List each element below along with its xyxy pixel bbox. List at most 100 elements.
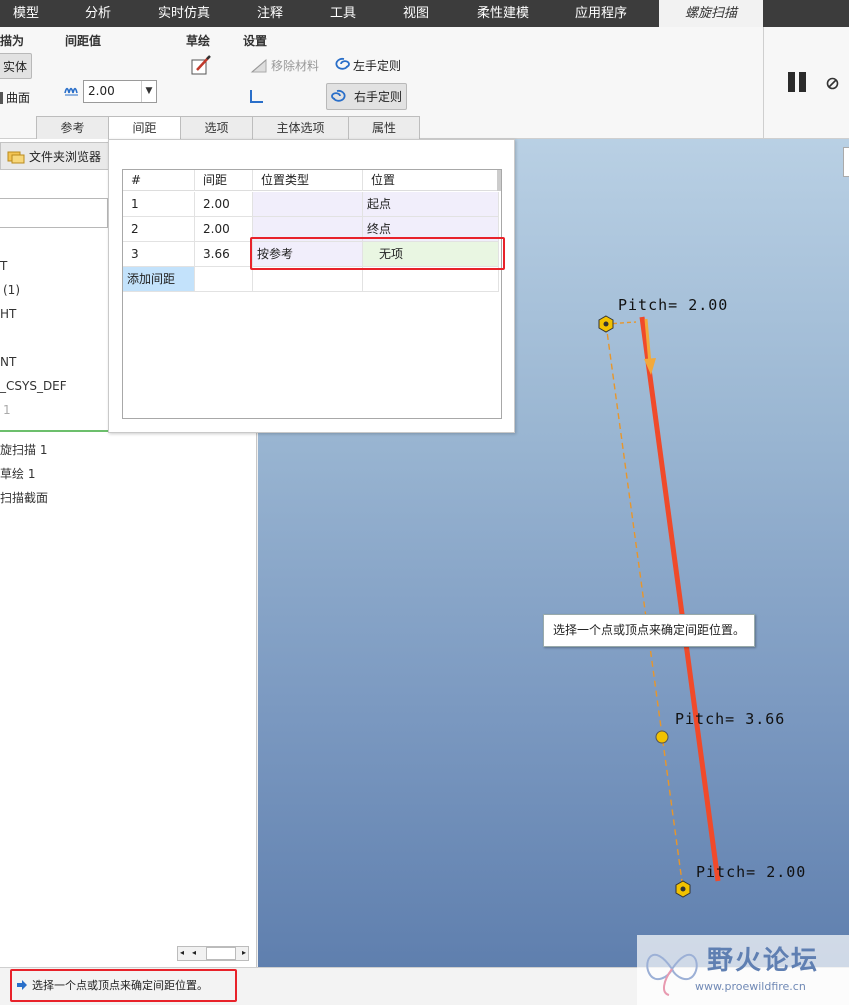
folder-icon	[7, 151, 25, 164]
row-pitch[interactable]: 2.00	[195, 192, 253, 217]
subtab-pitch[interactable]: 间距	[108, 116, 181, 139]
row-location	[363, 267, 499, 292]
pause-icon	[788, 72, 795, 92]
ribbon-separator	[763, 27, 764, 139]
tree-item[interactable]: HT	[0, 307, 16, 321]
cancel-icon[interactable]	[826, 77, 839, 90]
pitch-spring-icon	[64, 87, 78, 96]
solid-button[interactable]: 实体	[0, 53, 33, 79]
highlight-box	[10, 969, 237, 1002]
tree-item[interactable]: T	[0, 259, 7, 273]
tab-view[interactable]: 视图	[389, 0, 443, 27]
pause-button[interactable]	[786, 72, 808, 92]
pitch-group-label: 间距值	[65, 34, 102, 48]
scroll-left-icon[interactable]: ◂	[180, 948, 184, 957]
sketch-group-label: 草绘	[186, 34, 211, 48]
row-pitch[interactable]: 3.66	[195, 242, 253, 267]
row-location-type[interactable]	[253, 192, 363, 217]
watermark-url: www.proewildfire.cn	[695, 980, 806, 993]
pause-icon-bar	[799, 72, 806, 92]
remove-material-label: 移除材料	[271, 59, 320, 73]
surface-button[interactable]: 曲面	[0, 89, 30, 106]
row-pitch[interactable]: 2.00	[195, 217, 253, 242]
folder-browser-label: 文件夹浏览器	[29, 149, 102, 164]
row-pitch	[195, 267, 253, 292]
header-location-type: 位置类型	[253, 170, 363, 191]
subtab-properties[interactable]: 属性	[348, 116, 420, 139]
watermark-title: 野火论坛	[707, 946, 820, 976]
tree-item[interactable]: NT	[0, 355, 16, 369]
left-hand-label: 左手定则	[353, 58, 402, 73]
remove-material-button[interactable]: 移除材料	[250, 57, 319, 74]
row-index: 1	[123, 192, 195, 217]
butterfly-logo-icon	[646, 953, 698, 996]
ribbon-tabbar: 模型 分析 实时仿真 注释 工具 视图 柔性建模 应用程序 螺旋扫描	[0, 0, 849, 27]
arrow-head-icon	[644, 358, 656, 375]
header-pitch: 间距	[195, 170, 253, 191]
header-location: 位置	[363, 170, 499, 191]
sketch-icon[interactable]	[190, 54, 212, 76]
subtab-body-options[interactable]: 主体选项	[252, 116, 349, 139]
right-hand-label: 右手定则	[354, 90, 403, 104]
tree-item[interactable]: 1	[3, 403, 11, 417]
row-location-type	[253, 267, 363, 292]
tree-item-sketch[interactable]: 草绘 1	[0, 465, 35, 482]
scroll-left-icon[interactable]: ◂	[192, 948, 196, 957]
pitch-point-handle[interactable]	[655, 730, 669, 744]
tree-item-sweep-section[interactable]: 扫描截面	[0, 489, 48, 506]
end-point-dot	[680, 886, 686, 892]
scroll-thumb[interactable]	[206, 947, 236, 960]
tab-simulation[interactable]: 实时仿真	[147, 0, 221, 27]
solid-label: 实体	[3, 59, 28, 74]
thicken-toggle[interactable]	[250, 90, 263, 103]
tree-item[interactable]: (1)	[3, 283, 20, 297]
pitch-label-middle[interactable]: Pitch= 3.66	[675, 710, 785, 728]
pitch-label-start[interactable]: Pitch= 2.00	[618, 296, 728, 314]
tab-helical-sweep[interactable]: 螺旋扫描	[659, 0, 763, 27]
right-hand-helix-icon	[331, 89, 346, 102]
header-index: #	[123, 170, 195, 191]
start-point-dot	[603, 321, 609, 327]
pitch-panel: # 间距 位置类型 位置 1 2.00 起点 2 2.00 终点 3 3.66 …	[108, 139, 515, 433]
helix-trajectory	[639, 316, 721, 882]
left-hand-helix-icon	[335, 57, 350, 70]
settings-group-label: 设置	[243, 34, 268, 48]
pitch-value-combo[interactable]: 2.00 ▼	[83, 80, 157, 103]
subtab-options[interactable]: 选项	[180, 116, 253, 139]
model-tree-search-input[interactable]	[0, 198, 108, 228]
ribbon-panel: 描为 实体 曲面 间距值 2.00 ▼ 草绘 设置 移除材料 左手定则 右手定则…	[0, 27, 849, 139]
left-hand-rule-button[interactable]: 左手定则	[330, 56, 401, 74]
surface-label: 曲面	[6, 91, 31, 105]
tree-item-helical-sweep[interactable]: 旋扫描 1	[0, 441, 47, 458]
scroll-right-icon[interactable]: ▸	[242, 948, 246, 957]
chevron-down-icon[interactable]: ▼	[141, 81, 156, 102]
pitch-table: # 间距 位置类型 位置 1 2.00 起点 2 2.00 终点 3 3.66 …	[122, 169, 502, 419]
watermark: 野火论坛 www.proewildfire.cn	[637, 935, 849, 1005]
row-index: 3	[123, 242, 195, 267]
add-pitch-button[interactable]: 添加间距	[123, 267, 195, 292]
row-index: 2	[123, 217, 195, 242]
surface-icon	[0, 91, 3, 104]
tab-analysis[interactable]: 分析	[70, 0, 126, 27]
remove-material-icon	[250, 58, 267, 72]
row-location[interactable]: 起点	[363, 192, 499, 217]
table-scrollbar[interactable]	[497, 170, 501, 191]
tab-flexible-modeling[interactable]: 柔性建模	[465, 0, 541, 27]
tree-item[interactable]: _CSYS_DEF	[0, 379, 67, 393]
highlight-box	[250, 237, 505, 270]
create-as-group-label: 描为	[0, 34, 25, 48]
tab-model[interactable]: 模型	[0, 0, 52, 27]
folder-browser-button[interactable]: 文件夹浏览器	[0, 142, 109, 170]
selection-tooltip: 选择一个点或顶点来确定间距位置。	[543, 614, 755, 647]
right-hand-rule-button[interactable]: 右手定则	[326, 83, 408, 110]
table-header: # 间距 位置类型 位置	[123, 170, 499, 191]
tab-applications[interactable]: 应用程序	[563, 0, 639, 27]
pitch-value-text: 2.00	[88, 84, 115, 98]
subtab-references[interactable]: 参考	[36, 116, 109, 139]
pitch-label-end[interactable]: Pitch= 2.00	[696, 863, 806, 881]
reference-axis-line	[605, 323, 684, 890]
thicken-icon	[250, 90, 263, 103]
tab-annotate[interactable]: 注释	[243, 0, 297, 27]
tab-tools[interactable]: 工具	[316, 0, 370, 27]
horizontal-scrollbar[interactable]: ◂ ◂ ▸	[177, 946, 249, 961]
